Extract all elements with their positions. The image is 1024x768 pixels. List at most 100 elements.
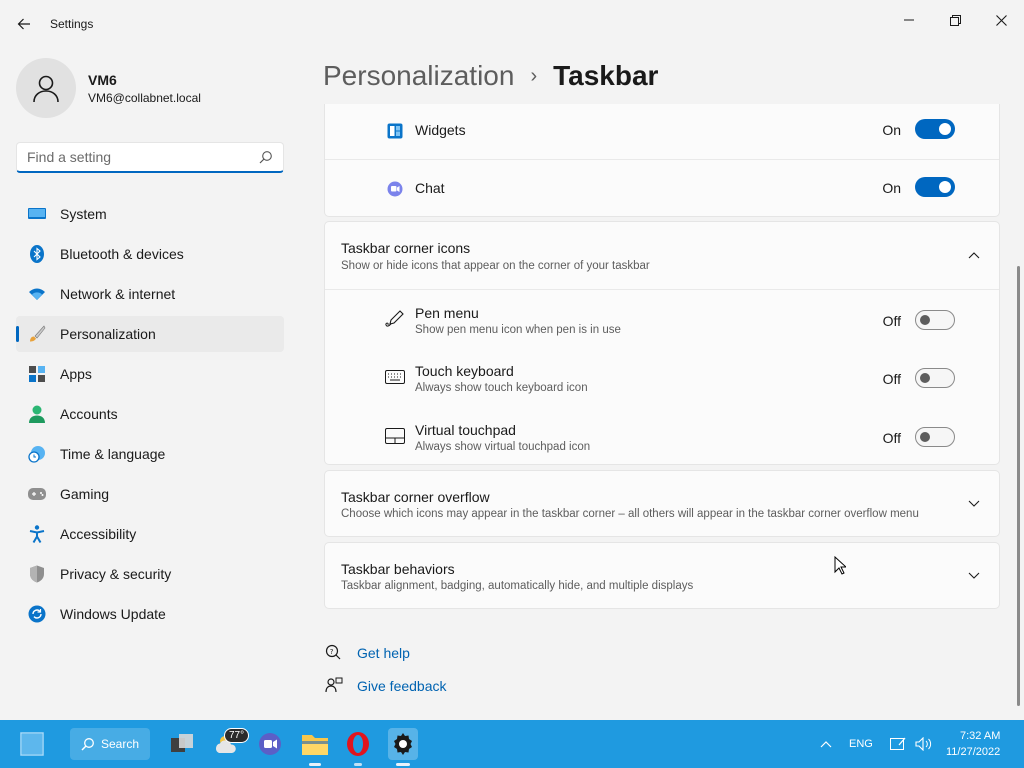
- get-help-link[interactable]: ? Get help: [324, 643, 410, 663]
- user-profile[interactable]: VM6 VM6@collabnet.local: [16, 58, 286, 118]
- task-view-icon: [171, 734, 193, 752]
- pen-tray-button[interactable]: [888, 728, 908, 760]
- clock-time[interactable]: 7:32 AM: [960, 730, 1000, 742]
- sidebar-item-label: Gaming: [60, 486, 110, 502]
- folder-icon: [302, 735, 328, 755]
- scrollbar[interactable]: [1017, 266, 1020, 706]
- chevron-down-icon[interactable]: [967, 497, 981, 511]
- sidebar-item-privacy[interactable]: Privacy & security: [16, 556, 284, 592]
- widgets-state: On: [882, 122, 901, 138]
- pen-menu-toggle[interactable]: [915, 310, 955, 330]
- taskbar-search-button[interactable]: Search: [70, 728, 150, 760]
- settings-taskbar-button[interactable]: [388, 728, 418, 760]
- volume-button[interactable]: [914, 728, 934, 760]
- weather-badge: 77°: [224, 728, 250, 743]
- accessibility-icon: [28, 525, 46, 543]
- corner-icons-header[interactable]: Taskbar corner icons Show or hide icons …: [325, 222, 999, 289]
- start-button[interactable]: [18, 728, 46, 760]
- update-icon: [28, 605, 46, 623]
- widgets-toggle[interactable]: [915, 119, 955, 139]
- file-explorer-button[interactable]: [300, 728, 330, 760]
- sidebar-item-label: Time & language: [60, 446, 166, 462]
- sidebar-item-gaming[interactable]: Gaming: [16, 476, 284, 512]
- app-title: Settings: [50, 17, 94, 31]
- sidebar-item-accessibility[interactable]: Accessibility: [16, 516, 284, 552]
- sidebar-item-time-language[interactable]: Time & language: [16, 436, 284, 472]
- touch-keyboard-toggle[interactable]: [915, 368, 955, 388]
- running-indicator: [396, 763, 410, 766]
- virtual-touchpad-toggle[interactable]: [915, 427, 955, 447]
- chat-state: On: [882, 180, 901, 196]
- touch-keyboard-row: Touch keyboard Always show touch keyboar…: [325, 348, 999, 407]
- mouse-cursor: [834, 555, 848, 580]
- virtual-touchpad-label: Virtual touchpad: [415, 422, 516, 438]
- clock-globe-icon: [28, 445, 46, 463]
- breadcrumb: Personalization › Taskbar: [323, 58, 658, 94]
- sidebar-item-label: Windows Update: [60, 606, 166, 622]
- gear-icon: [394, 733, 412, 755]
- sidebar-item-label: Personalization: [60, 326, 156, 342]
- sidebar-item-label: Bluetooth & devices: [60, 246, 184, 262]
- sidebar-item-system[interactable]: System: [16, 196, 284, 232]
- behaviors-description: Taskbar alignment, badging, automaticall…: [341, 580, 694, 592]
- maximize-button[interactable]: [932, 4, 978, 36]
- sidebar-item-bluetooth[interactable]: Bluetooth & devices: [16, 236, 284, 272]
- chevron-up-icon[interactable]: [967, 248, 981, 262]
- apps-icon: [28, 365, 46, 383]
- search-box[interactable]: [16, 142, 284, 173]
- gamepad-icon: [28, 485, 46, 503]
- get-help-label: Get help: [357, 645, 410, 661]
- teams-chat-button[interactable]: [256, 728, 284, 760]
- close-button[interactable]: [978, 4, 1024, 36]
- sidebar-item-label: Accessibility: [60, 526, 137, 542]
- back-button[interactable]: [10, 10, 38, 38]
- chat-row: Chat On: [325, 159, 999, 217]
- corner-overflow-title: Taskbar corner overflow: [341, 489, 490, 505]
- minimize-button[interactable]: [886, 4, 932, 36]
- chat-toggle[interactable]: [915, 177, 955, 197]
- sidebar-item-accounts[interactable]: Accounts: [16, 396, 284, 432]
- behaviors-title: Taskbar behaviors: [341, 561, 455, 577]
- give-feedback-link[interactable]: Give feedback: [324, 676, 447, 696]
- breadcrumb-parent[interactable]: Personalization: [323, 60, 514, 92]
- search-input[interactable]: [17, 143, 247, 171]
- taskbar-search-label: Search: [100, 737, 140, 751]
- wifi-icon: [28, 285, 46, 303]
- sidebar-item-label: System: [60, 206, 107, 222]
- clock-date[interactable]: 11/27/2022: [946, 746, 1000, 758]
- virtual-touchpad-state: Off: [882, 430, 901, 446]
- chevron-down-icon[interactable]: [967, 569, 981, 583]
- behaviors-card[interactable]: Taskbar behaviors Taskbar alignment, bad…: [324, 542, 1000, 609]
- system-icon: [28, 205, 46, 223]
- opera-button[interactable]: [344, 728, 372, 760]
- sidebar-item-label: Privacy & security: [60, 566, 172, 582]
- touch-keyboard-state: Off: [882, 371, 901, 387]
- avatar: [16, 58, 76, 118]
- input-language[interactable]: ENG: [849, 738, 873, 750]
- search-icon: [81, 738, 94, 751]
- sidebar-item-windows-update[interactable]: Windows Update: [16, 596, 284, 632]
- pen-workspace-icon: [890, 737, 906, 750]
- windows-logo-icon: [20, 732, 44, 756]
- settings-content: Widgets On Chat On Taskbar corner icons …: [324, 104, 1000, 718]
- sidebar-item-apps[interactable]: Apps: [16, 356, 284, 392]
- search-icon[interactable]: [259, 150, 273, 169]
- sidebar-item-network[interactable]: Network & internet: [16, 276, 284, 312]
- pen-menu-state: Off: [882, 313, 901, 329]
- feedback-icon: [324, 676, 344, 696]
- running-indicator: [309, 763, 321, 766]
- help-chat-icon: ?: [324, 643, 344, 663]
- corner-overflow-card[interactable]: Taskbar corner overflow Choose which ico…: [324, 470, 1000, 537]
- chat-label: Chat: [415, 180, 445, 196]
- chat-icon: [259, 733, 281, 755]
- running-indicator: [354, 763, 362, 766]
- sidebar-item-personalization[interactable]: Personalization: [16, 316, 284, 352]
- arrow-left-icon: [17, 18, 30, 30]
- breadcrumb-separator: ›: [530, 64, 538, 87]
- svg-text:?: ?: [330, 648, 334, 656]
- task-view-button[interactable]: [168, 728, 196, 760]
- show-hidden-icons-button[interactable]: [816, 728, 836, 760]
- opera-icon: [347, 732, 369, 756]
- chevron-up-icon: [820, 741, 832, 748]
- speaker-icon: [915, 737, 932, 751]
